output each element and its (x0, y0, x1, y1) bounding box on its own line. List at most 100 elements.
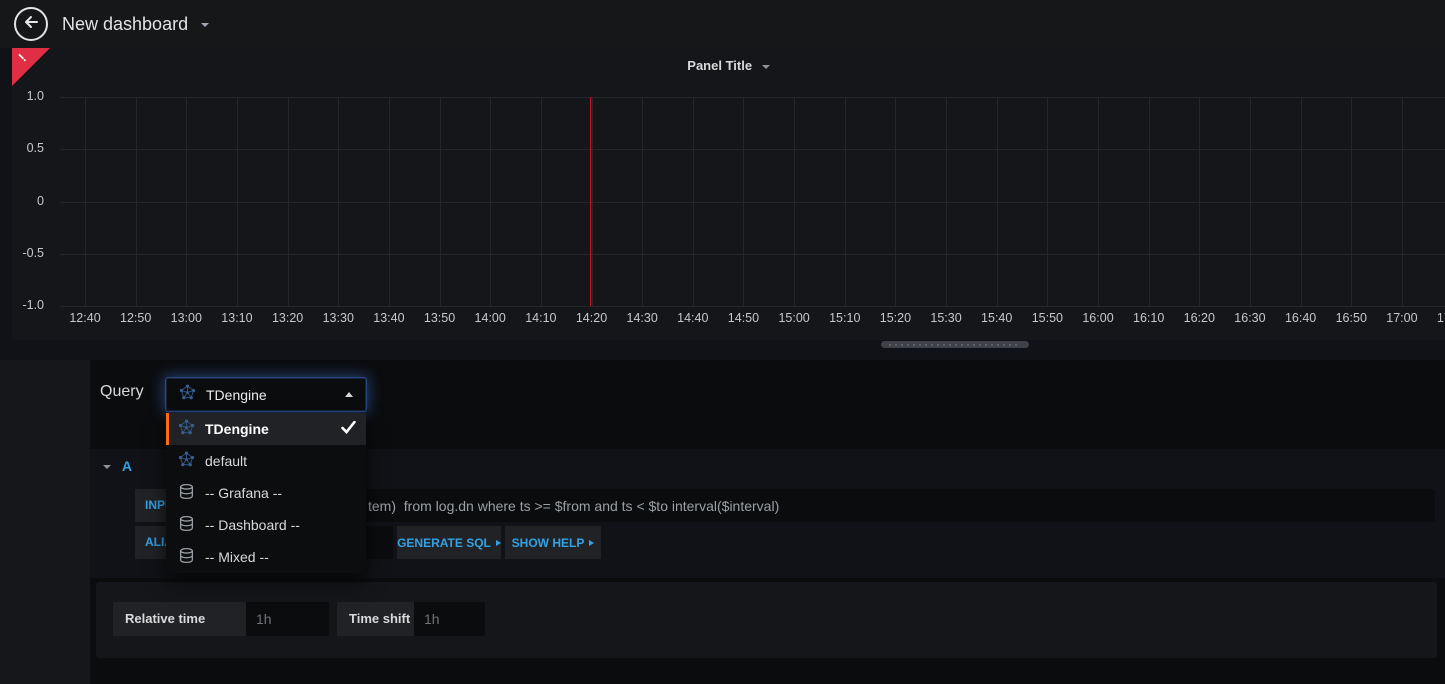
x-axis-tick-label: 16:50 (1329, 311, 1373, 325)
x-axis-tick-label: 13:10 (215, 311, 259, 325)
collapse-caret-icon (103, 465, 111, 469)
x-axis-tick-label: 16:30 (1228, 311, 1272, 325)
x-axis-tick-label: 14:30 (620, 311, 664, 325)
x-axis-tick-label: 17:00 (1380, 311, 1424, 325)
gridline (60, 97, 1445, 98)
datasource-option-label: -- Grafana -- (205, 485, 356, 501)
x-axis-tick-label: 12:40 (63, 311, 107, 325)
x-axis-tick-label: 14:00 (468, 311, 512, 325)
chevron-up-icon (345, 392, 353, 397)
tdengine-icon (178, 419, 195, 439)
generate-sql-button[interactable]: GENERATE SQL (397, 526, 501, 559)
arrow-left-icon (22, 13, 40, 36)
gridline (1149, 97, 1150, 306)
gridline (440, 97, 441, 306)
gridline (237, 97, 238, 306)
y-axis-tick-label: 0 (12, 194, 44, 208)
panel-title-menu[interactable]: Panel Title (12, 58, 1445, 73)
gridline (946, 97, 947, 306)
gridline (1351, 97, 1352, 306)
x-axis-tick-label: 16:00 (1076, 311, 1120, 325)
datasource-option[interactable]: -- Mixed -- (166, 541, 366, 573)
gridline (288, 97, 289, 306)
datasource-option-label: default (205, 453, 356, 469)
gridline (1402, 97, 1403, 306)
gridline (1301, 97, 1302, 306)
generate-sql-label: GENERATE SQL (397, 536, 491, 550)
datasource-option[interactable]: -- Dashboard -- (166, 509, 366, 541)
gridline (895, 97, 896, 306)
datasource-dropdown-menu: TDengine default -- Grafana -- -- Dashboard… (166, 413, 366, 573)
relative-time-label: Relative time (113, 602, 246, 636)
y-axis-tick-label: 0.5 (12, 141, 44, 155)
database-icon (178, 547, 195, 567)
datasource-option-label: -- Dashboard -- (205, 517, 356, 533)
gridline (60, 149, 1445, 150)
query-row-header[interactable]: A (103, 458, 132, 474)
x-axis-tick-label: 14:10 (519, 311, 563, 325)
check-icon (341, 421, 356, 437)
database-icon (178, 483, 195, 503)
gridline (743, 97, 744, 306)
gridline (85, 97, 86, 306)
gridline (693, 97, 694, 306)
y-axis-tick-label: -0.5 (12, 246, 44, 260)
dashboard-title[interactable]: New dashboard (62, 0, 209, 48)
x-axis-tick-label: 16:20 (1177, 311, 1221, 325)
datasource-option[interactable]: -- Grafana -- (166, 477, 366, 509)
gridline (997, 97, 998, 306)
sql-input[interactable] (249, 489, 1435, 522)
x-axis-tick-label: 13:20 (266, 311, 310, 325)
datasource-option[interactable]: default (166, 445, 366, 477)
x-axis-tick-label: 15:00 (772, 311, 816, 325)
x-axis-tick-label: 16:40 (1279, 311, 1323, 325)
x-axis-tick-label: 15:40 (975, 311, 1019, 325)
time-shift-label: Time shift (337, 602, 414, 636)
back-button[interactable] (14, 7, 48, 41)
show-help-button[interactable]: SHOW HELP (505, 526, 601, 559)
y-axis-tick-label: -1.0 (12, 298, 44, 312)
time-shift-input[interactable] (414, 602, 485, 636)
gridline (60, 202, 1445, 203)
gridline (186, 97, 187, 306)
top-navbar: New dashboard (0, 0, 1445, 48)
datasource-option[interactable]: TDengine (166, 413, 366, 445)
chevron-down-icon (201, 23, 209, 27)
x-axis-tick-label: 12:50 (114, 311, 158, 325)
gridline (1250, 97, 1251, 306)
error-exclamation-icon: ! (15, 51, 29, 65)
relative-time-input[interactable] (246, 602, 329, 636)
panel-title-text: Panel Title (687, 58, 752, 73)
dashboard-title-text: New dashboard (62, 14, 188, 34)
annotation-vline (590, 97, 591, 306)
x-axis-tick-label: 13:00 (164, 311, 208, 325)
gridline (389, 97, 390, 306)
gridline (642, 97, 643, 306)
x-axis-tick-label: 14:20 (570, 311, 614, 325)
query-ref-id: A (122, 458, 132, 474)
show-help-label: SHOW HELP (512, 536, 585, 550)
x-axis-tick-label: 15:30 (924, 311, 968, 325)
gridline (338, 97, 339, 306)
query-section-label: Query (100, 383, 144, 401)
gridline (136, 97, 137, 306)
gridline (1199, 97, 1200, 306)
datasource-select[interactable]: TDengine (166, 378, 366, 411)
x-axis-tick-label: 15:50 (1025, 311, 1069, 325)
x-axis-tick-label: 15:20 (873, 311, 917, 325)
editor-footer-strip (90, 658, 1445, 684)
gridline (592, 97, 593, 306)
triangle-right-icon (589, 540, 594, 546)
x-axis-tick-label: 15:10 (823, 311, 867, 325)
gridline (60, 254, 1445, 255)
datasource-selected-value: TDengine (206, 387, 345, 403)
gridline (490, 97, 491, 306)
datasource-option-label: -- Mixed -- (205, 549, 356, 565)
panel-resize-handle[interactable] (881, 341, 1029, 348)
tdengine-icon (179, 384, 196, 406)
chevron-down-icon (762, 65, 770, 69)
gridline (60, 306, 1445, 307)
graph-panel: ! Panel Title 1.00.50-0.5-1.012:4012:501… (12, 48, 1445, 340)
x-axis-tick-label: 14:50 (721, 311, 765, 325)
x-axis-tick-label: 13:30 (316, 311, 360, 325)
